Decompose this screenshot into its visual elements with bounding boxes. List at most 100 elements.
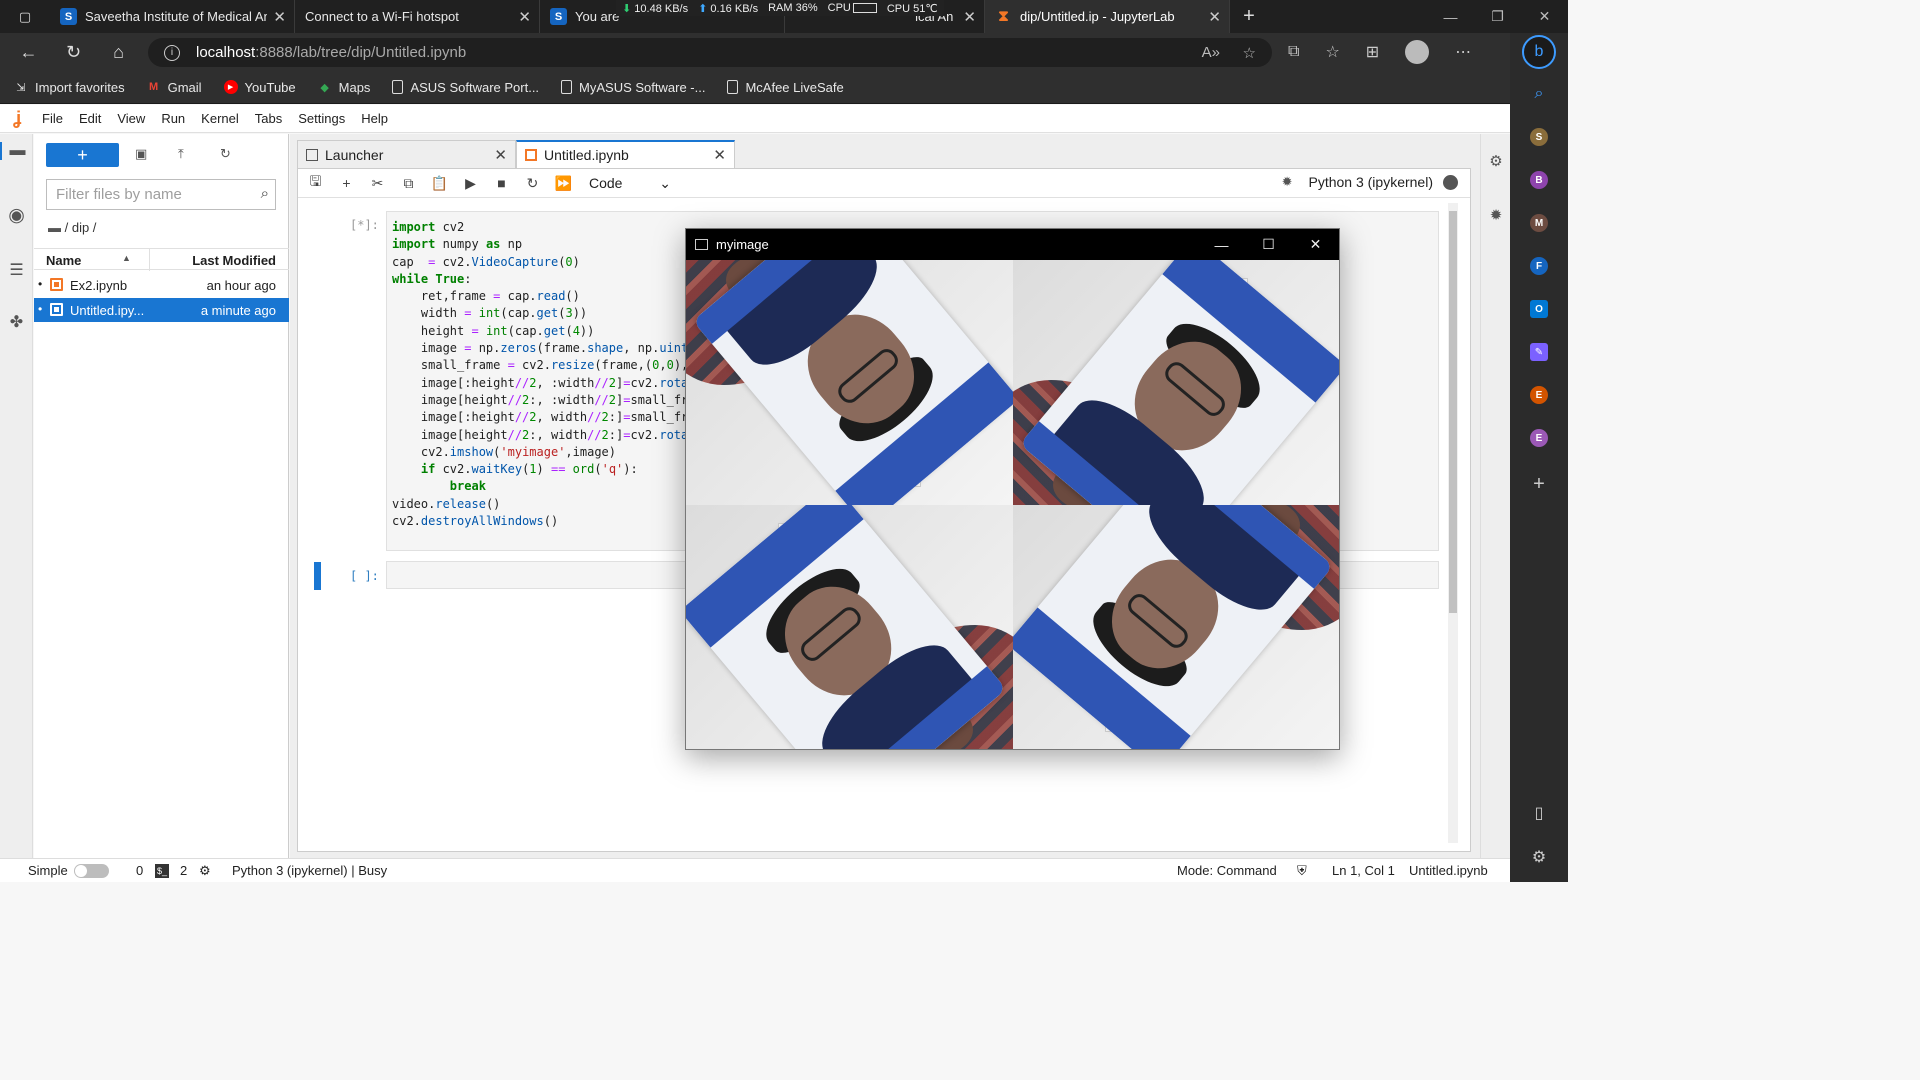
search-icon[interactable]: ⌕ [1535, 85, 1544, 103]
name-column-header[interactable]: Name [46, 253, 81, 268]
browser-tab-active[interactable]: ⧗ dip/Untitled.ip - JupyterLab ✕ [985, 0, 1230, 33]
close-icon[interactable]: ✕ [273, 8, 286, 26]
read-aloud-icon[interactable]: A» [1202, 44, 1220, 61]
sidebar-avatar[interactable]: F [1530, 257, 1548, 275]
file-row-selected[interactable]: • Untitled.ipy... a minute ago [34, 298, 289, 322]
run-icon[interactable]: ▶ [455, 175, 486, 192]
menu-file[interactable]: File [34, 111, 71, 126]
menu-edit[interactable]: Edit [71, 111, 109, 126]
menu-help[interactable]: Help [353, 111, 396, 126]
close-icon[interactable]: ✕ [963, 8, 976, 26]
opencv-window[interactable]: myimage — ☐ ✕ [685, 228, 1340, 750]
designer-icon[interactable]: ✎ [1530, 343, 1548, 361]
cut-icon[interactable]: ✂ [362, 175, 393, 192]
tab-actions-icon[interactable]: ▢ [0, 0, 50, 33]
collections-icon[interactable]: ⊞ [1366, 42, 1379, 62]
bing-icon[interactable]: b [1522, 35, 1556, 69]
close-icon[interactable]: ✕ [713, 146, 726, 164]
bookmark-asus[interactable]: ASUS Software Port... [392, 80, 539, 95]
browser-tab[interactable]: S Saveetha Institute of Medical An ✕ [50, 0, 295, 33]
bookmark-mcafee[interactable]: McAfee LiveSafe [727, 80, 844, 95]
filter-files-input[interactable]: Filter files by name ⌕ [46, 179, 276, 210]
running-icon[interactable]: ◉ [0, 204, 33, 227]
bookmark-import-favorites[interactable]: ⇲ Import favorites [14, 80, 124, 95]
refresh-icon[interactable]: ↻ [51, 42, 96, 63]
outlook-icon[interactable]: O [1530, 300, 1548, 318]
browser-tab[interactable]: Connect to a Wi-Fi hotspot ✕ [295, 0, 540, 33]
menu-settings[interactable]: Settings [290, 111, 353, 126]
tab-launcher[interactable]: Launcher ✕ [297, 140, 516, 168]
opencv-title-bar[interactable]: myimage — ☐ ✕ [686, 229, 1339, 260]
close-window-icon[interactable]: ✕ [1521, 0, 1568, 33]
paste-icon[interactable]: 📋 [424, 175, 455, 192]
fast-forward-icon[interactable]: ⏩ [548, 175, 579, 192]
close-icon[interactable]: ✕ [494, 146, 507, 164]
modified-column-header[interactable]: Last Modified [192, 253, 276, 268]
kernel-status[interactable]: Python 3 (ipykernel) | Busy [232, 863, 387, 878]
shield-icon[interactable]: ⛨ [1297, 863, 1307, 879]
bookmark-gmail[interactable]: M Gmail [147, 80, 202, 95]
folder-icon[interactable]: ▬ [0, 142, 33, 160]
back-icon[interactable]: ← [6, 42, 51, 63]
extensions-icon[interactable]: ⧉ [1288, 43, 1299, 61]
add-favorite-icon[interactable]: ☆ [1243, 44, 1256, 62]
kernel-count[interactable]: 2 [180, 863, 187, 878]
bookmark-youtube[interactable]: ▶ YouTube [223, 80, 296, 95]
notebook-scrollbar[interactable] [1448, 203, 1458, 843]
refresh-icon[interactable]: ↻ [220, 146, 231, 162]
sidebar-avatar[interactable]: E [1530, 429, 1548, 447]
upload-icon[interactable]: ⤒ [178, 146, 184, 162]
more-icon[interactable]: ⋯ [1455, 42, 1471, 62]
minimize-icon[interactable]: — [1427, 0, 1474, 33]
close-icon[interactable]: ✕ [1292, 229, 1339, 260]
copy-icon[interactable]: ⧉ [393, 175, 424, 192]
terminal-icon[interactable]: $_ [155, 864, 169, 878]
bookmark-myasus[interactable]: MyASUS Software -... [561, 80, 705, 95]
save-icon[interactable]: 🖫 [300, 171, 331, 195]
sidebar-avatar[interactable]: E [1530, 386, 1548, 404]
home-icon[interactable]: ⌂ [96, 42, 141, 63]
close-icon[interactable]: ✕ [1208, 8, 1221, 26]
menu-run[interactable]: Run [153, 111, 193, 126]
extension-icon[interactable]: ✤ [0, 312, 33, 332]
add-icon[interactable]: + [1533, 473, 1545, 496]
restart-icon[interactable]: ↻ [517, 175, 548, 192]
kernel-gear-icon[interactable]: ⚙ [199, 863, 211, 879]
menu-tabs[interactable]: Tabs [247, 111, 290, 126]
gear-icon[interactable]: ⚙ [1532, 847, 1546, 867]
sidebar-avatar[interactable]: S [1530, 128, 1548, 146]
site-info-icon[interactable]: i [164, 44, 180, 61]
debugger-icon[interactable]: ✹ [1282, 174, 1293, 190]
sidebar-avatar[interactable]: B [1530, 171, 1548, 189]
debugger-icon[interactable]: ✹ [1481, 206, 1511, 224]
simple-mode-toggle[interactable] [74, 864, 109, 878]
maximize-icon[interactable]: ☐ [1245, 229, 1292, 260]
menu-kernel[interactable]: Kernel [193, 111, 247, 126]
favorites-icon[interactable]: ☆ [1325, 42, 1339, 62]
profile-avatar[interactable] [1405, 40, 1430, 64]
minimize-icon[interactable]: — [1198, 229, 1245, 260]
sidebar-avatar[interactable]: M [1530, 214, 1548, 232]
insert-cell-icon[interactable]: + [331, 175, 362, 191]
sidebar-toggle-icon[interactable]: ▯ [1535, 803, 1544, 823]
file-row[interactable]: • Ex2.ipynb an hour ago [34, 273, 289, 297]
property-inspector-icon[interactable]: ⚙ [1481, 152, 1511, 170]
toc-icon[interactable]: ☰ [0, 260, 33, 280]
breadcrumb[interactable]: ▬ / dip / [48, 220, 96, 235]
terminal-count[interactable]: 0 [136, 863, 143, 878]
close-icon[interactable]: ✕ [518, 8, 531, 26]
stop-icon[interactable]: ■ [486, 175, 517, 191]
code-editor[interactable]: import cv2 import numpy as np cap = cv2.… [392, 219, 688, 530]
menu-view[interactable]: View [109, 111, 153, 126]
new-launcher-button[interactable]: + [46, 143, 119, 167]
cell-type-select[interactable]: Code ⌄ [589, 175, 671, 192]
url-field[interactable]: i localhost:8888/lab/tree/dip/Untitled.i… [148, 38, 1272, 67]
new-tab-button[interactable]: + [1230, 0, 1268, 33]
scrollbar-thumb[interactable] [1449, 211, 1457, 613]
tab-untitled-notebook[interactable]: Untitled.ipynb ✕ [516, 140, 735, 168]
restore-icon[interactable]: ❐ [1474, 0, 1521, 33]
new-folder-icon[interactable]: ▣ [135, 146, 147, 162]
kernel-indicator[interactable]: ✹ Python 3 (ipykernel) [1282, 174, 1458, 190]
bookmark-maps[interactable]: ◆ Maps [318, 80, 370, 95]
cursor-position[interactable]: Ln 1, Col 1 [1332, 863, 1395, 878]
